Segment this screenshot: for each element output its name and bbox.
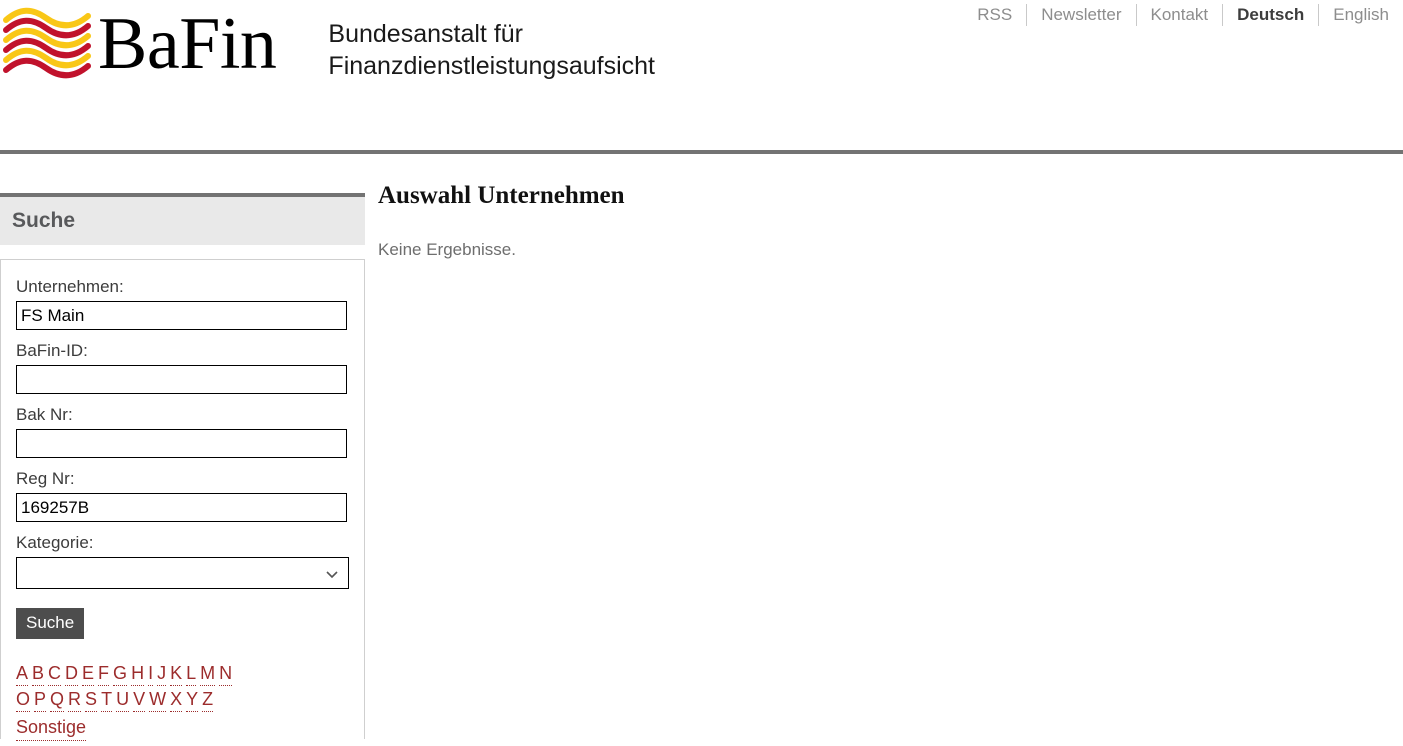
site-header: RSS Newsletter Kontakt Deutsch English B…: [0, 0, 1403, 154]
reg-nr-input[interactable]: [16, 493, 347, 522]
label-bafin-id: BaFin-ID:: [16, 341, 88, 360]
wordmark: BaFin: [98, 3, 277, 85]
alphabet-link-o[interactable]: O: [16, 689, 31, 712]
alphabet-link-j[interactable]: J: [157, 663, 167, 686]
alphabet-link-x[interactable]: X: [170, 689, 183, 712]
alphabet-link-n[interactable]: N: [219, 663, 233, 686]
site-logo[interactable]: BaFin Bundesanstalt für Finanzdienstleis…: [0, 6, 655, 84]
alphabet-link-r[interactable]: R: [68, 689, 82, 712]
alphabet-link-k[interactable]: K: [170, 663, 183, 686]
alphabet-link-b[interactable]: B: [32, 663, 45, 686]
utility-nav: RSS Newsletter Kontakt Deutsch English: [963, 4, 1389, 26]
search-panel-header: Suche: [0, 193, 365, 245]
alphabet-link-sonstige[interactable]: Sonstige: [16, 717, 87, 741]
nav-link-rss[interactable]: RSS: [963, 5, 1026, 25]
site-subtitle: Bundesanstalt für Finanzdienstleistungsa…: [328, 18, 655, 82]
unternehmen-input[interactable]: [16, 301, 347, 330]
alphabet-link-a[interactable]: A: [16, 663, 29, 686]
label-reg-nr: Reg Nr:: [16, 469, 75, 488]
kategorie-select[interactable]: [16, 557, 349, 589]
nav-link-newsletter[interactable]: Newsletter: [1027, 5, 1135, 25]
nav-link-english[interactable]: English: [1319, 5, 1389, 25]
main-content: Auswahl Unternehmen Keine Ergebnisse.: [365, 152, 1403, 260]
alphabet-link-e[interactable]: E: [82, 663, 95, 686]
alphabet-link-d[interactable]: D: [65, 663, 79, 686]
subtitle-line-1: Bundesanstalt für: [328, 20, 523, 48]
search-form: Unternehmen: BaFin-ID: Bak Nr: Reg Nr: K…: [0, 259, 365, 741]
bak-nr-input[interactable]: [16, 429, 347, 458]
bafin-id-input[interactable]: [16, 365, 347, 394]
alphabet-link-z[interactable]: Z: [202, 689, 214, 712]
label-unternehmen: Unternehmen:: [16, 277, 124, 296]
page-body: Suche Unternehmen: BaFin-ID: Bak Nr: Reg…: [0, 152, 1403, 741]
search-sidebar: Suche Unternehmen: BaFin-ID: Bak Nr: Reg…: [0, 152, 365, 741]
alphabet-link-m[interactable]: M: [200, 663, 216, 686]
label-bak-nr: Bak Nr:: [16, 405, 73, 424]
alphabet-link-g[interactable]: G: [113, 663, 128, 686]
subtitle-line-2: Finanzdienstleistungsaufsicht: [328, 52, 655, 80]
alphabet-link-w[interactable]: W: [149, 689, 167, 712]
alphabet-row-1: ABCDEFGHIJKLMN: [16, 661, 349, 687]
alphabet-link-c[interactable]: C: [48, 663, 62, 686]
alphabet-link-l[interactable]: L: [186, 663, 197, 686]
alphabet-link-s[interactable]: S: [85, 689, 98, 712]
chevron-down-icon: [326, 571, 338, 579]
bafin-wave-logo-icon: [3, 7, 91, 79]
alphabet-link-t[interactable]: T: [101, 689, 113, 712]
alphabet-link-h[interactable]: H: [131, 663, 145, 686]
nav-link-kontakt[interactable]: Kontakt: [1137, 5, 1223, 25]
page-title: Auswahl Unternehmen: [378, 182, 625, 209]
search-panel-title: Suche: [12, 209, 76, 232]
alphabet-link-p[interactable]: P: [34, 689, 47, 712]
nav-link-deutsch[interactable]: Deutsch: [1223, 5, 1318, 25]
search-submit-button[interactable]: Suche: [16, 608, 85, 639]
alphabet-link-i[interactable]: I: [148, 663, 154, 686]
alphabet-link-u[interactable]: U: [116, 689, 130, 712]
alphabet-link-v[interactable]: V: [133, 689, 146, 712]
label-kategorie: Kategorie:: [16, 533, 94, 552]
alphabet-row-2: OPQRSTUVWXYZ: [16, 687, 349, 713]
empty-results-message: Keine Ergebnisse.: [378, 240, 516, 259]
alphabet-link-y[interactable]: Y: [186, 689, 199, 712]
alphabet-link-q[interactable]: Q: [50, 689, 65, 712]
alphabet-link-f[interactable]: F: [98, 663, 110, 686]
